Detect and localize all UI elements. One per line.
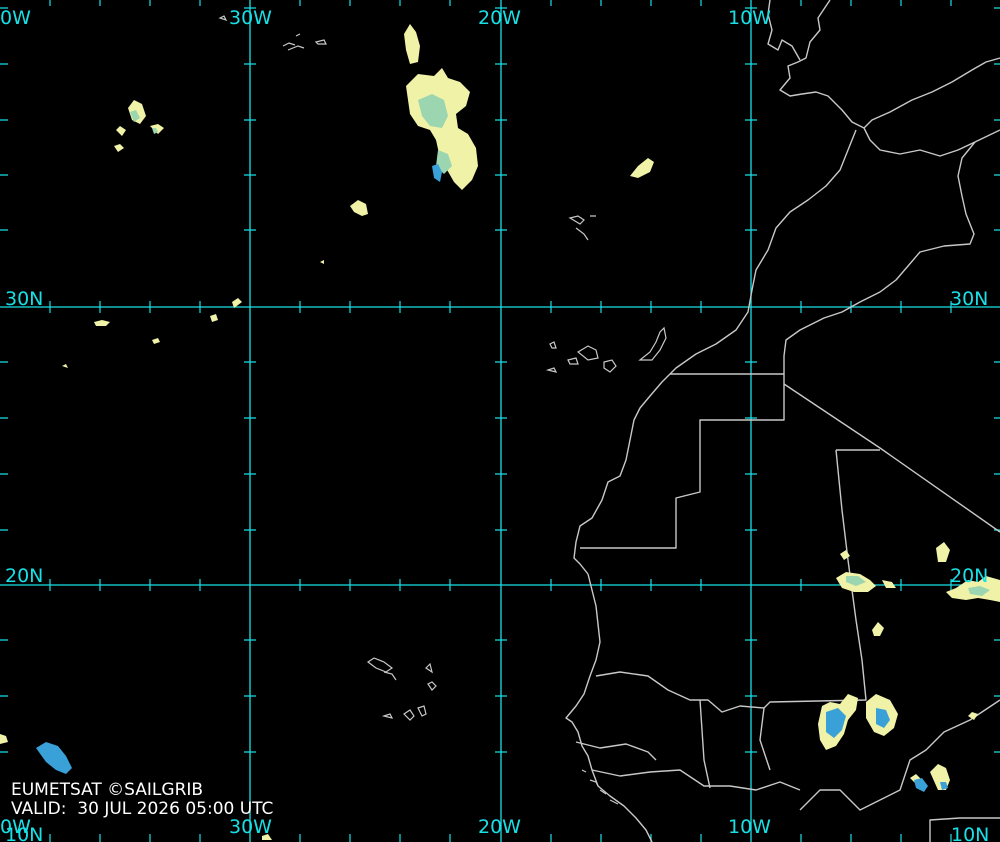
satellite-map: 0W 30W 20W 10W 30N 30N 20N 20N 0W 10N 30… bbox=[0, 0, 1000, 842]
morocco-algeria-border bbox=[783, 141, 976, 374]
map-canvas bbox=[0, 0, 1000, 842]
cloud-azores-north bbox=[404, 24, 420, 64]
cloud-small-center bbox=[350, 200, 368, 216]
cloud-mali-north bbox=[836, 550, 896, 636]
mauritania-mali-border bbox=[783, 383, 1000, 533]
lon-label-top-20w: 20W bbox=[478, 7, 521, 29]
provider-credit: EUMETSAT ©SAILGRIB bbox=[11, 780, 204, 800]
lat-label-left-20n: 20N bbox=[5, 565, 44, 587]
guinea-border bbox=[591, 769, 801, 791]
cloud-west-cluster bbox=[114, 100, 164, 152]
lat-label-right-30n: 30N bbox=[950, 288, 989, 310]
cloud-niger-south bbox=[910, 712, 978, 790]
lon-label-bottom-30w: 30W bbox=[229, 816, 272, 838]
lon-label-top-10w: 10W bbox=[728, 7, 771, 29]
lat-label-right-20n: 20N bbox=[950, 565, 989, 587]
cape-verde-islands bbox=[366, 657, 437, 721]
lon-label-top-30w: 30W bbox=[229, 7, 272, 29]
lat-label-left-30n: 30N bbox=[5, 288, 44, 310]
valid-time-line: VALID: 30 JUL 2026 05:00 UTC bbox=[11, 799, 273, 819]
coastlines bbox=[565, 0, 1000, 842]
lon-label-bottom-20w: 20W bbox=[478, 816, 521, 838]
western-sahara-border bbox=[580, 373, 785, 549]
iberia-coast bbox=[779, 0, 865, 129]
mediterranean-coast bbox=[863, 57, 1000, 129]
cloud-madeira-east bbox=[630, 158, 654, 178]
morocco-north-coast bbox=[863, 127, 1000, 157]
madeira-islands bbox=[568, 215, 596, 241]
cloud-30n-west bbox=[62, 260, 324, 368]
cloud-cape-verde-south bbox=[36, 742, 72, 774]
canary-islands bbox=[545, 326, 667, 373]
lon-label-bottom-10w: 10W bbox=[728, 816, 771, 838]
northwest-africa-coast bbox=[573, 129, 857, 575]
senegal-border bbox=[595, 671, 765, 713]
iberia-west-coast bbox=[767, 0, 801, 61]
lat-label-right-10n: 10N bbox=[951, 824, 990, 842]
west-africa-coast bbox=[565, 573, 653, 842]
valid-label: VALID: bbox=[11, 799, 67, 819]
lon-label-top-40w: 0W bbox=[0, 7, 31, 29]
valid-time: 30 JUL 2026 05:00 UTC bbox=[77, 799, 274, 819]
lat-label-left-10n: 10N bbox=[5, 824, 44, 842]
mali-inner-border bbox=[699, 699, 771, 789]
